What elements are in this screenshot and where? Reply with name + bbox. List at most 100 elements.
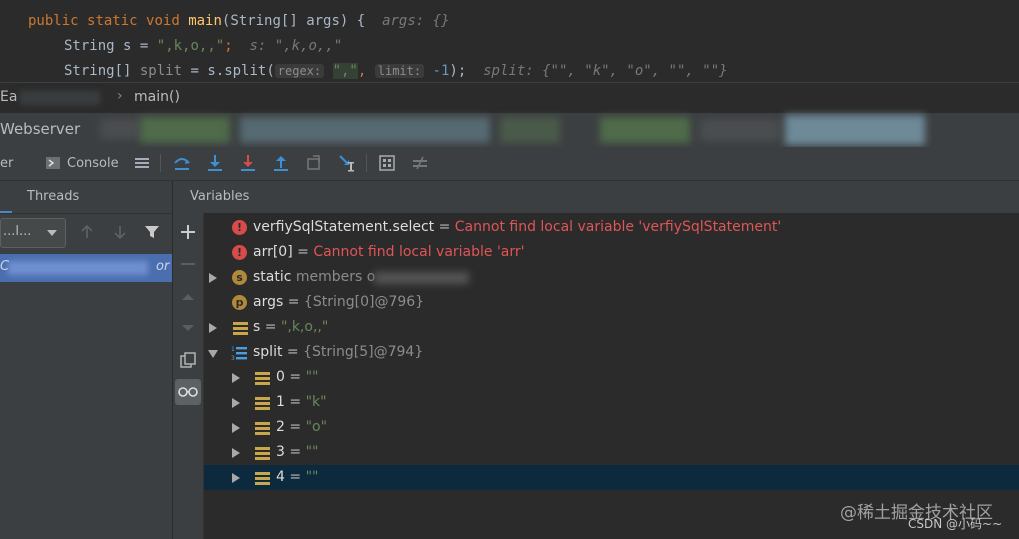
show-values-inline-icon[interactable] bbox=[175, 379, 201, 405]
move-down-icon[interactable] bbox=[175, 315, 201, 341]
variable-row[interactable]: 13 split = {String[5]@794} bbox=[204, 340, 1019, 365]
variable-row[interactable]: ! verfiySqlStatement.select = Cannot fin… bbox=[204, 215, 1019, 240]
close-paren: ); bbox=[449, 63, 467, 79]
redacted-area bbox=[600, 117, 690, 143]
thread-select[interactable]: ...l... bbox=[0, 218, 66, 248]
variable-row[interactable]: 0 = "" bbox=[204, 365, 1019, 390]
inline-value-hint: split: {"", "k", "o", "", ""} bbox=[483, 63, 728, 79]
force-step-into-icon[interactable] bbox=[237, 152, 259, 174]
variable-entry: static members o bbox=[253, 265, 375, 290]
variable-value: "o" bbox=[305, 419, 328, 435]
field-icon bbox=[233, 322, 248, 337]
variable-value: "" bbox=[305, 469, 319, 485]
error-icon: ! bbox=[232, 245, 247, 260]
variables-tree[interactable]: ! verfiySqlStatement.select = Cannot fin… bbox=[204, 213, 1019, 539]
code-line-2[interactable]: String s = ",k,o,,"; s: ",k,o,," bbox=[64, 34, 342, 58]
variable-entry: verfiySqlStatement.select = Cannot find … bbox=[253, 215, 781, 240]
variable-row[interactable]: 1 = "k" bbox=[204, 390, 1019, 415]
chevron-right-icon: › bbox=[117, 88, 123, 104]
move-up-icon[interactable] bbox=[175, 284, 201, 310]
expand-arrow-icon[interactable] bbox=[232, 398, 240, 408]
toolbar-separator bbox=[366, 154, 367, 172]
code-editor[interactable]: public static void main(String[] args) {… bbox=[0, 0, 1019, 82]
inline-value-hint: s: ",k,o,," bbox=[249, 38, 343, 54]
breadcrumb-method[interactable]: main() bbox=[134, 89, 180, 105]
variable-row[interactable]: s = ",k,o,," bbox=[204, 315, 1019, 340]
variable-entry: 3 = "" bbox=[276, 440, 318, 465]
variable-row[interactable]: 3 = "" bbox=[204, 440, 1019, 465]
equals: = bbox=[286, 344, 299, 360]
comma: , bbox=[357, 63, 367, 79]
trace-icon[interactable] bbox=[409, 152, 431, 174]
add-watch-icon[interactable] bbox=[175, 219, 201, 245]
expand-arrow-icon[interactable] bbox=[232, 473, 240, 483]
tab-debugger[interactable]: er bbox=[0, 147, 13, 180]
redacted-area bbox=[700, 119, 780, 141]
arrow-up-icon[interactable] bbox=[79, 224, 95, 244]
keyword: void bbox=[146, 13, 180, 29]
code-line-3[interactable]: String[] split = s.split(regex: ",", lim… bbox=[64, 59, 728, 83]
field-icon bbox=[255, 447, 270, 462]
variable-entry: 0 = "" bbox=[276, 365, 318, 390]
code-line-1[interactable]: public static void main(String[] args) {… bbox=[28, 9, 450, 33]
variable-row[interactable]: s static members o bbox=[204, 265, 1019, 290]
tab-console[interactable]: Console bbox=[67, 147, 119, 180]
run-config-title[interactable]: Webserver bbox=[0, 120, 80, 138]
redacted-area bbox=[100, 119, 140, 139]
arrow-down-icon[interactable] bbox=[112, 224, 128, 244]
layout-icon[interactable] bbox=[131, 152, 153, 174]
redacted-text bbox=[20, 91, 100, 105]
variable-name: split bbox=[253, 344, 283, 360]
equals: = bbox=[289, 469, 302, 485]
step-into-icon[interactable] bbox=[204, 152, 226, 174]
run-to-cursor-icon[interactable] bbox=[336, 152, 358, 174]
variable-name: arr[0] bbox=[253, 244, 293, 260]
remove-watch-icon[interactable] bbox=[175, 251, 201, 277]
expand-arrow-icon[interactable] bbox=[209, 323, 217, 333]
variable-row[interactable]: ! arr[0] = Cannot find local variable 'a… bbox=[204, 240, 1019, 265]
expand-arrow-icon[interactable] bbox=[232, 423, 240, 433]
step-out-icon[interactable] bbox=[270, 152, 292, 174]
step-over-icon[interactable] bbox=[171, 152, 193, 174]
copy-icon[interactable] bbox=[175, 347, 201, 373]
semicolon: ; bbox=[224, 38, 233, 54]
number-literal: -1 bbox=[432, 63, 450, 79]
array-icon: 13 bbox=[231, 345, 247, 362]
variable-value: "k" bbox=[305, 394, 327, 410]
drop-frame-icon[interactable] bbox=[303, 152, 325, 174]
collapse-arrow-icon[interactable] bbox=[208, 350, 218, 358]
console-icon[interactable] bbox=[42, 152, 64, 174]
filter-icon[interactable] bbox=[144, 224, 160, 244]
field-icon bbox=[255, 472, 270, 487]
expand-arrow-icon[interactable] bbox=[232, 448, 240, 458]
svg-text:1: 1 bbox=[231, 346, 235, 353]
variables-side-toolbar bbox=[173, 213, 204, 539]
variable-name: 1 bbox=[276, 394, 285, 410]
redacted-text bbox=[374, 272, 469, 284]
evaluate-expression-icon[interactable] bbox=[376, 152, 398, 174]
watermark: CSDN @小码~~ bbox=[908, 517, 1003, 531]
redacted-area bbox=[140, 117, 230, 143]
variable-name: 2 bbox=[276, 419, 285, 435]
breadcrumb-class[interactable]: Ea bbox=[0, 89, 17, 105]
frames-header: Threads bbox=[0, 181, 172, 214]
variable-value: ",k,o,," bbox=[280, 319, 329, 335]
variable-name: 4 bbox=[276, 469, 285, 485]
equals: = bbox=[287, 294, 300, 310]
frame-item-selected[interactable]: C or bbox=[0, 254, 172, 282]
variable-entry: arr[0] = Cannot find local variable 'arr… bbox=[253, 240, 525, 265]
tab-threads[interactable]: Threads bbox=[27, 189, 79, 204]
expand-arrow-icon[interactable] bbox=[232, 373, 240, 383]
operator: = bbox=[139, 38, 149, 54]
keyword: static bbox=[87, 13, 138, 29]
variable-row[interactable]: 2 = "o" bbox=[204, 415, 1019, 440]
variable-row[interactable]: p args = {String[0]@796} bbox=[204, 290, 1019, 315]
var-name: split bbox=[139, 63, 183, 79]
expand-arrow-icon[interactable] bbox=[209, 273, 217, 283]
operator: = bbox=[190, 63, 199, 79]
breadcrumb: Ea › main() bbox=[0, 82, 1019, 113]
variable-row-selected[interactable]: 4 = "" bbox=[204, 465, 1019, 490]
field-icon bbox=[255, 397, 270, 412]
active-tab-indicator bbox=[0, 211, 12, 213]
chevron-down-icon bbox=[47, 230, 57, 236]
